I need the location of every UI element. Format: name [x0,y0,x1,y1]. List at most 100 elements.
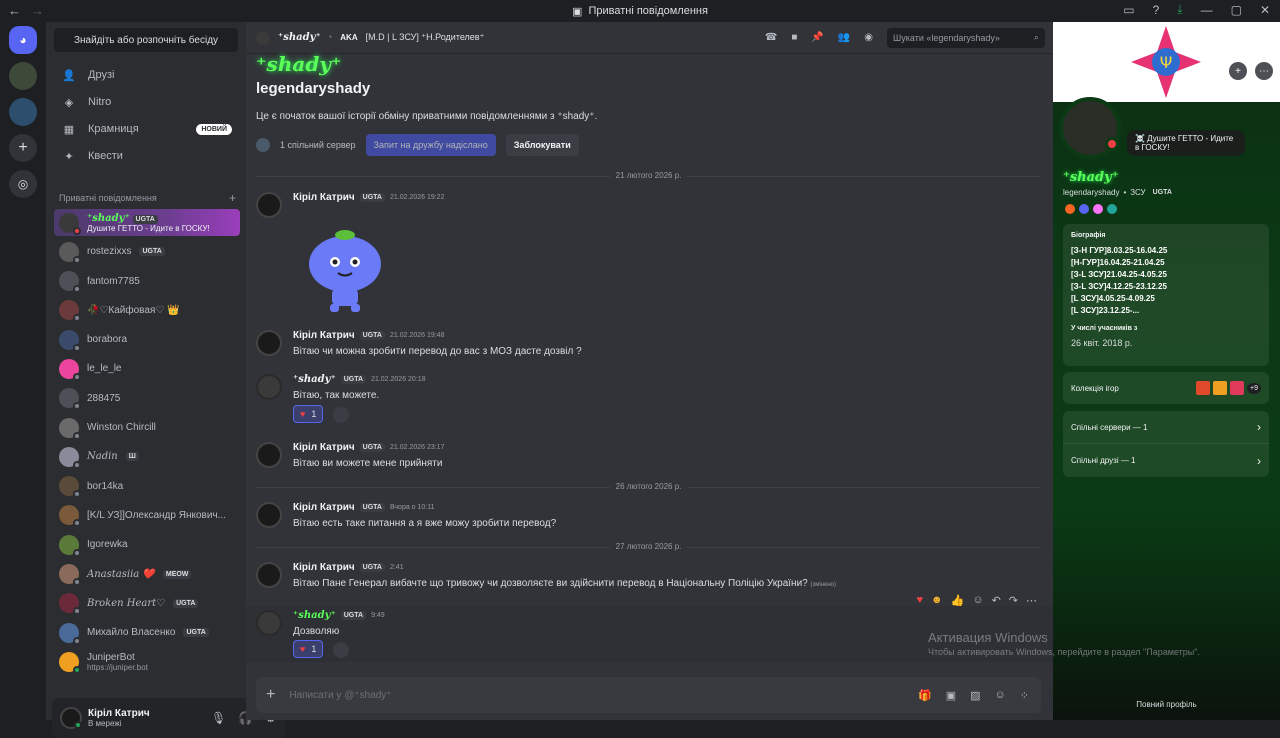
dm-item[interactable]: ⁺shady⁺ UGTA Душите ГЕТТО - Идите в ГОСК… [54,209,240,236]
dm-item[interactable]: rostezixxs UGTA [54,238,240,265]
search-icon: ⌕ [1033,32,1039,42]
badge-icon[interactable] [1107,204,1117,214]
message-text: Вітаю чи можна зробити перевод до вас з … [293,346,582,357]
search-input[interactable]: Шукати «legendaryshady» ⌕ [887,27,1045,48]
add-reaction-icon[interactable] [333,407,349,423]
nav-quests[interactable]: ✦ Квести [52,143,240,169]
sticker-icon[interactable]: ▨ [970,689,980,702]
apps-icon[interactable]: ⁘ [1020,689,1029,702]
maximize-button[interactable]: ▢ [1231,3,1242,17]
clan-tag: UGTA [359,443,385,452]
profile-avatar[interactable] [1059,97,1121,159]
profile-display-name: ⁺shady⁺ [1063,170,1119,185]
add-reaction-icon[interactable] [333,642,349,658]
mic-icon[interactable]: 🎙 [211,711,226,725]
avatar[interactable] [256,562,282,588]
gift-icon[interactable]: 🎁 [918,689,932,702]
clan-tag: MEOW [162,569,192,579]
add-friend-icon[interactable]: 👥 [838,32,850,43]
back-arrow-icon[interactable]: ← [8,3,21,18]
heart-reaction[interactable]: ♥ 1 [293,640,324,658]
badge-icon[interactable] [1079,204,1089,214]
server-icon [256,138,270,152]
dm-item[interactable]: JuniperBot https://juniper.bot [54,648,240,675]
avatar[interactable] [256,374,282,400]
minimize-button[interactable]: — [1201,3,1213,17]
gif-icon[interactable]: ▣ [946,689,956,702]
friend-request-pending-button[interactable]: Запит на дружбу надіслано [365,134,496,156]
avatar [59,329,81,352]
avatar [59,241,81,264]
message-composer[interactable]: + Написати у @⁺shady⁺ 🎁 ▣ ▨ ☺ ⁘ [256,677,1041,713]
clan-tag: UGTA [359,563,385,572]
game-collection[interactable]: Колекція ігор +9 [1063,372,1269,404]
clan-tag: UGTA [173,598,199,608]
date-divider: 21 лютого 2026 р. [256,171,1041,180]
dm-item[interactable]: Anastasiia ❤️ MEOW [54,561,240,588]
avatar [59,593,81,616]
dm-item[interactable]: Михайло Власенко UGTA [54,619,240,646]
wumpus-sticker [309,230,381,312]
dm-item[interactable]: borabora [54,326,240,353]
help-icon[interactable]: ? [1153,3,1160,17]
avatar[interactable] [256,442,282,468]
block-button[interactable]: Заблокувати [505,134,579,156]
emoji-icon[interactable]: ☺ [995,689,1006,702]
mutual-friends-row[interactable]: Спільні друзі — 1 › [1063,444,1269,477]
avatar[interactable] [256,502,282,528]
server-icon[interactable] [9,98,37,126]
clan-tag: Ш [125,452,139,462]
add-friend-icon[interactable]: + [1229,62,1247,80]
inbox-icon[interactable]: ▭ [1123,3,1134,17]
clan-tag: UGTA [359,331,385,340]
dm-item[interactable]: fantom7785 [54,268,240,295]
avatar[interactable] [60,707,82,729]
dm-item[interactable]: Broken Heart♡ UGTA [54,590,240,617]
clan-tag: UGTA [132,214,158,224]
call-icon[interactable]: ☎ [765,32,777,43]
download-icon[interactable]: ⤓ [1177,2,1182,17]
message-text: Дозволяю [293,626,340,637]
badge-icon[interactable] [1065,204,1075,214]
dm-item[interactable]: bor14ka [54,473,240,500]
close-button[interactable]: ✕ [1260,3,1270,17]
avatar [59,505,81,528]
upload-plus-icon[interactable]: + [266,686,275,704]
server-icon[interactable] [9,62,37,90]
user-profile-panel: Ψ + ⋯ ☠️ Душите ГЕТТО - Идите в ГОСКУ! ⁺… [1053,22,1280,720]
dm-item[interactable]: 🥀♡Кайфовая♡ 👑 [54,297,240,324]
message-input[interactable]: Написати у @⁺shady⁺ [289,690,391,701]
discover-icon[interactable]: ◎ [9,170,37,198]
bio-card: Біографія [З-Н ГУР]8.03.25-16.04.25 [Н-Г… [1063,224,1269,366]
avatar [59,271,81,294]
user-profile-icon[interactable]: ◉ [864,32,873,43]
discord-home-icon[interactable]: ◕ [9,26,37,54]
dm-item[interactable]: [K/L УЗ]]Олександр Янкович... [54,502,240,529]
avatar [59,417,81,440]
dm-item[interactable]: Winston Chircill [54,414,240,441]
heart-reaction[interactable]: ♥ 1 [293,405,324,423]
find-conversation-button[interactable]: Знайдіть або розпочніть бесіду [54,28,238,52]
nav-friends[interactable]: 👤 Друзі [52,62,240,88]
chat-header: ⁺shady⁺ • AKA [M.D | L ЗСУ] ⁺Н.Родителев… [246,22,1053,54]
military-emblem: Ψ [1131,26,1201,98]
dm-item[interactable]: le_le_le [54,355,240,382]
nav-shop[interactable]: ▦ Крамниця НОВИЙ [52,116,240,142]
video-icon[interactable]: ■ [791,32,797,43]
create-dm-icon[interactable]: + [229,191,236,205]
badge-icon[interactable] [1093,204,1103,214]
add-server-icon[interactable]: + [9,134,37,162]
avatar[interactable] [256,610,282,636]
dm-item[interactable]: Igorewka [54,531,240,558]
dm-item[interactable]: Nadin Ш [54,443,240,470]
pin-icon[interactable]: 📌 [811,32,823,43]
avatar[interactable] [256,192,282,218]
avatar[interactable] [256,330,282,356]
nav-nitro[interactable]: ◈ Nitro [52,89,240,115]
mutual-servers-row[interactable]: Спільні сервери — 1 › [1063,411,1269,444]
full-profile-link[interactable]: Повний профіль [1053,700,1280,709]
dm-item[interactable]: 288475 [54,385,240,412]
forward-arrow-icon[interactable]: → [31,3,44,18]
more-icon[interactable]: ⋯ [1255,62,1273,80]
new-badge: НОВИЙ [196,123,232,135]
